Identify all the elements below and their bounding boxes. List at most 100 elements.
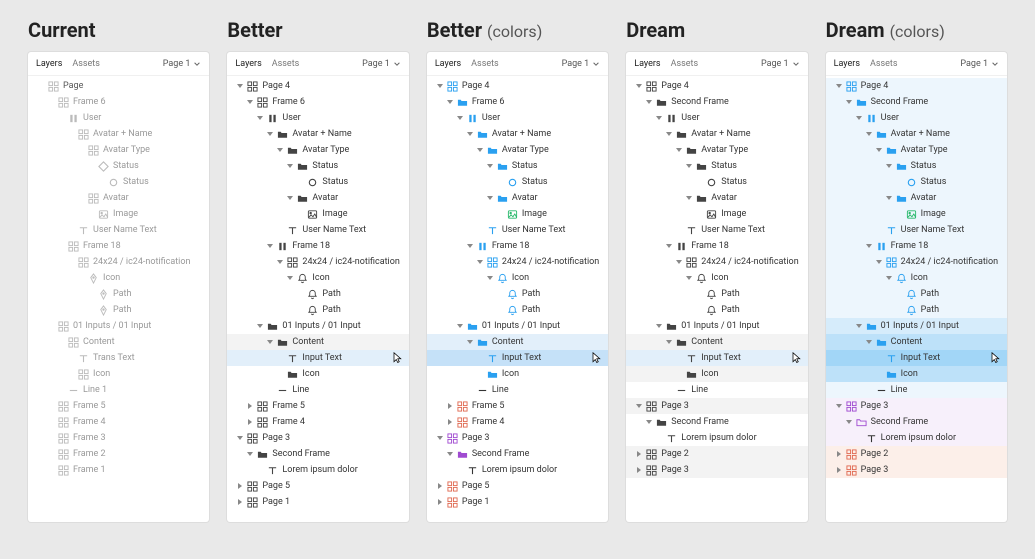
layer-row[interactable]: Line (427, 382, 608, 398)
layer-row[interactable]: Page 4 (427, 78, 608, 94)
layer-row[interactable]: Frame 4 (28, 414, 209, 430)
layer-row[interactable]: Avatar (227, 190, 408, 206)
layer-row[interactable]: Frame 5 (28, 398, 209, 414)
layer-row[interactable]: Image (626, 206, 807, 222)
layer-row[interactable]: Page 4 (227, 78, 408, 94)
tab-layers[interactable]: Layers (834, 59, 860, 69)
layer-row[interactable]: Input Text (826, 350, 1007, 366)
layer-row[interactable]: Avatar + Name (227, 126, 408, 142)
layer-row[interactable]: Page 1 (427, 494, 608, 510)
expand-toggle[interactable] (834, 449, 844, 459)
collapse-toggle[interactable] (884, 161, 894, 171)
layer-row[interactable]: Page 5 (227, 478, 408, 494)
collapse-toggle[interactable] (445, 449, 455, 459)
layer-row[interactable]: Frame 18 (826, 238, 1007, 254)
layer-row[interactable]: Frame 5 (427, 398, 608, 414)
layer-row[interactable]: Path (826, 302, 1007, 318)
layer-row[interactable]: Status (28, 174, 209, 190)
layer-row[interactable]: Page 3 (427, 430, 608, 446)
layer-tree[interactable]: Page 4Frame 6UserAvatar + NameAvatar Typ… (427, 76, 608, 522)
layer-row[interactable]: Second Frame (626, 414, 807, 430)
collapse-toggle[interactable] (684, 161, 694, 171)
layer-row[interactable]: Status (427, 158, 608, 174)
tab-assets[interactable]: Assets (272, 59, 300, 69)
collapse-toggle[interactable] (465, 241, 475, 251)
layer-row[interactable]: Lorem ipsum dolor (427, 462, 608, 478)
layer-row[interactable]: Frame 18 (28, 238, 209, 254)
layer-row[interactable]: Icon (227, 366, 408, 382)
layer-row[interactable]: Page 3 (826, 398, 1007, 414)
layer-row[interactable]: Lorem ipsum dolor (227, 462, 408, 478)
collapse-toggle[interactable] (285, 161, 295, 171)
layer-row[interactable]: 24x24 / ic24-notification (227, 254, 408, 270)
layer-row[interactable]: User Name Text (826, 222, 1007, 238)
layer-row[interactable]: Frame 1 (28, 462, 209, 478)
expand-toggle[interactable] (634, 449, 644, 459)
collapse-toggle[interactable] (864, 241, 874, 251)
collapse-toggle[interactable] (255, 321, 265, 331)
collapse-toggle[interactable] (854, 113, 864, 123)
layer-row[interactable]: Page 4 (626, 78, 807, 94)
layer-row[interactable]: User (626, 110, 807, 126)
collapse-toggle[interactable] (465, 129, 475, 139)
collapse-toggle[interactable] (844, 97, 854, 107)
layer-row[interactable]: Image (28, 206, 209, 222)
layer-row[interactable]: 01 Inputs / 01 Input (427, 318, 608, 334)
layer-row[interactable]: Second Frame (427, 446, 608, 462)
layer-row[interactable]: Image (227, 206, 408, 222)
layer-row[interactable]: Frame 3 (28, 430, 209, 446)
layer-row[interactable]: Trans Text (28, 350, 209, 366)
expand-toggle[interactable] (435, 497, 445, 507)
tab-assets[interactable]: Assets (471, 59, 499, 69)
collapse-toggle[interactable] (834, 81, 844, 91)
expand-toggle[interactable] (235, 497, 245, 507)
layer-row[interactable]: Avatar (28, 190, 209, 206)
layer-row[interactable]: Path (427, 302, 608, 318)
collapse-toggle[interactable] (664, 241, 674, 251)
layer-row[interactable]: User (227, 110, 408, 126)
layer-row[interactable]: User Name Text (427, 222, 608, 238)
layer-row[interactable]: Page 3 (826, 462, 1007, 478)
layer-row[interactable]: Icon (227, 270, 408, 286)
layer-row[interactable]: Content (626, 334, 807, 350)
layer-tree[interactable]: PageFrame 6UserAvatar + NameAvatar TypeS… (28, 76, 209, 522)
collapse-toggle[interactable] (644, 417, 654, 427)
layer-row[interactable]: Status (826, 174, 1007, 190)
collapse-toggle[interactable] (485, 161, 495, 171)
layer-row[interactable]: Icon (826, 270, 1007, 286)
collapse-toggle[interactable] (245, 97, 255, 107)
layer-row[interactable]: 24x24 / ic24-notification (28, 254, 209, 270)
layer-row[interactable]: Status (227, 174, 408, 190)
layer-row[interactable]: Frame 6 (227, 94, 408, 110)
layer-row[interactable]: Icon (427, 270, 608, 286)
layer-row[interactable]: User (427, 110, 608, 126)
layer-row[interactable]: Icon (28, 270, 209, 286)
layer-row[interactable]: User Name Text (227, 222, 408, 238)
layer-row[interactable]: Path (626, 286, 807, 302)
collapse-toggle[interactable] (674, 257, 684, 267)
collapse-toggle[interactable] (884, 273, 894, 283)
layer-row[interactable]: Path (427, 286, 608, 302)
layer-row[interactable]: Second Frame (826, 414, 1007, 430)
collapse-toggle[interactable] (884, 193, 894, 203)
collapse-toggle[interactable] (455, 321, 465, 331)
layer-row[interactable]: User Name Text (28, 222, 209, 238)
collapse-toggle[interactable] (834, 401, 844, 411)
collapse-toggle[interactable] (275, 257, 285, 267)
tab-assets[interactable]: Assets (671, 59, 699, 69)
layer-row[interactable]: Avatar Type (227, 142, 408, 158)
layer-row[interactable]: Frame 18 (227, 238, 408, 254)
collapse-toggle[interactable] (475, 145, 485, 155)
expand-toggle[interactable] (245, 401, 255, 411)
layer-row[interactable]: Page 2 (626, 446, 807, 462)
collapse-toggle[interactable] (475, 257, 485, 267)
collapse-toggle[interactable] (235, 433, 245, 443)
layer-row[interactable]: Avatar + Name (826, 126, 1007, 142)
tab-layers[interactable]: Layers (235, 59, 261, 69)
page-selector[interactable]: Page 1 (163, 59, 202, 69)
layer-row[interactable]: Path (227, 286, 408, 302)
collapse-toggle[interactable] (445, 97, 455, 107)
layer-row[interactable]: Frame 6 (28, 94, 209, 110)
layer-row[interactable]: Page 5 (427, 478, 608, 494)
layer-row[interactable]: Image (427, 206, 608, 222)
